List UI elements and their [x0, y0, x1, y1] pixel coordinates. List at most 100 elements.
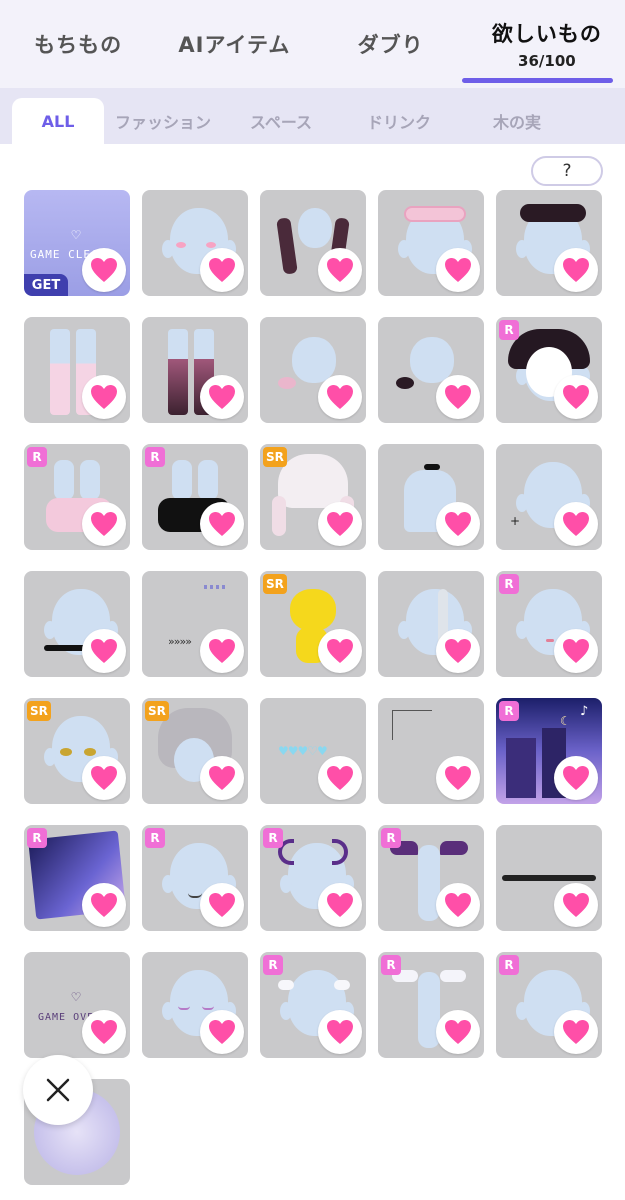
category-tab-all[interactable]: ALL: [12, 98, 104, 144]
wishlist-item-tile[interactable]: [496, 825, 602, 931]
get-badge: GET: [24, 274, 68, 296]
category-tab-fashion[interactable]: ファッション: [104, 98, 222, 144]
wishlist-heart-button[interactable]: [82, 1010, 126, 1054]
tab-mochimono[interactable]: もちもの: [0, 0, 156, 88]
wishlist-item-tile[interactable]: [378, 571, 484, 677]
wishlist-heart-button[interactable]: [554, 248, 598, 292]
wishlist-heart-button[interactable]: [554, 375, 598, 419]
heart-icon: [208, 765, 236, 791]
tab-wishlist[interactable]: 欲しいもの 36/100: [469, 0, 625, 88]
wishlist-heart-button[interactable]: [200, 756, 244, 800]
wishlist-item-tile[interactable]: R: [496, 317, 602, 423]
rarity-badge: R: [27, 447, 47, 467]
wishlist-item-tile[interactable]: [24, 317, 130, 423]
wishlist-item-tile[interactable]: R: [378, 825, 484, 931]
wishlist-item-tile[interactable]: R: [24, 444, 130, 550]
heart-icon: [90, 1019, 118, 1045]
wishlist-heart-button[interactable]: [436, 375, 480, 419]
category-tab-drink[interactable]: ドリンク: [340, 98, 458, 144]
wishlist-heart-button[interactable]: [82, 248, 126, 292]
wishlist-item-tile[interactable]: [378, 317, 484, 423]
wishlist-item-tile[interactable]: R: [378, 952, 484, 1058]
wishlist-heart-button[interactable]: [436, 883, 480, 927]
wishlist-item-tile[interactable]: [260, 190, 366, 296]
tab-duplicates[interactable]: ダブり: [313, 0, 469, 88]
wishlist-heart-button[interactable]: [318, 375, 362, 419]
wishlist-heart-button[interactable]: [554, 502, 598, 546]
wishlist-item-tile[interactable]: SR: [24, 698, 130, 804]
wishlist-item-tile[interactable]: [142, 317, 248, 423]
wishlist-heart-button[interactable]: [554, 883, 598, 927]
wishlist-item-tile[interactable]: [24, 571, 130, 677]
wishlist-heart-button[interactable]: [318, 248, 362, 292]
wishlist-item-tile[interactable]: ♪ ☾ R: [496, 698, 602, 804]
avatar-ear: [398, 240, 410, 258]
wishlist-heart-button[interactable]: [436, 756, 480, 800]
wishlist-item-tile[interactable]: R: [260, 952, 366, 1058]
wishlist-item-tile[interactable]: [260, 317, 366, 423]
wishlist-heart-button[interactable]: [82, 756, 126, 800]
wishlist-heart-button[interactable]: [200, 1010, 244, 1054]
heart-icon: [444, 638, 472, 664]
wishlist-count: 36/100: [518, 52, 576, 70]
arrow-deco-icon: »»»»: [168, 635, 192, 648]
heart-icon: [326, 765, 354, 791]
wishlist-heart-button[interactable]: [318, 883, 362, 927]
wishlist-heart-button[interactable]: [318, 629, 362, 673]
close-icon: [46, 1078, 70, 1102]
wishlist-heart-button[interactable]: [200, 375, 244, 419]
heart-icon: [562, 1019, 590, 1045]
heart-icon: [90, 384, 118, 410]
wishlist-item-tile[interactable]: [142, 952, 248, 1058]
wishlist-item-tile[interactable]: R: [496, 571, 602, 677]
wishlist-item-tile[interactable]: [496, 190, 602, 296]
help-button[interactable]: ?: [531, 156, 603, 186]
wishlist-heart-button[interactable]: [318, 502, 362, 546]
wishlist-heart-button[interactable]: [82, 629, 126, 673]
wishlist-item-tile[interactable]: ♥♥♥♡♥: [260, 698, 366, 804]
heart-icon: [444, 257, 472, 283]
wishlist-item-tile[interactable]: SR: [260, 444, 366, 550]
wishlist-heart-button[interactable]: [554, 1010, 598, 1054]
wishlist-heart-button[interactable]: [200, 883, 244, 927]
close-button[interactable]: [23, 1055, 93, 1125]
wishlist-item-tile[interactable]: [378, 190, 484, 296]
category-tab-space[interactable]: スペース: [222, 98, 340, 144]
heart-icon: [444, 384, 472, 410]
wishlist-heart-button[interactable]: [436, 502, 480, 546]
wishlist-item-tile[interactable]: R: [496, 952, 602, 1058]
wishlist-heart-button[interactable]: [82, 375, 126, 419]
wishlist-item-tile[interactable]: »»»»: [142, 571, 248, 677]
category-tab-nuts[interactable]: 木の実: [458, 98, 576, 144]
rarity-badge: SR: [263, 447, 287, 467]
wishlist-item-tile[interactable]: SR: [260, 571, 366, 677]
wishlist-item-tile[interactable]: SR: [142, 698, 248, 804]
wishlist-item-tile[interactable]: R: [142, 825, 248, 931]
wishlist-item-tile[interactable]: R: [24, 825, 130, 931]
eye-icon: [60, 748, 72, 756]
tab-ai-items[interactable]: AIアイテム: [156, 0, 312, 88]
wishlist-item-tile[interactable]: [378, 444, 484, 550]
wishlist-heart-button[interactable]: [318, 756, 362, 800]
wishlist-item-tile[interactable]: ♡ GAME CLEAR GET: [24, 190, 130, 296]
wishlist-heart-button[interactable]: [436, 1010, 480, 1054]
wishlist-heart-button[interactable]: [554, 629, 598, 673]
wishlist-heart-button[interactable]: [318, 1010, 362, 1054]
wishlist-item-tile[interactable]: [142, 190, 248, 296]
tab-label: AIアイテム: [178, 33, 291, 57]
wishlist-item-tile[interactable]: R: [260, 825, 366, 931]
wishlist-heart-button[interactable]: [82, 502, 126, 546]
wishlist-item-tile[interactable]: +: [496, 444, 602, 550]
hair-tie-icon: [278, 377, 296, 389]
heart-icon: [326, 511, 354, 537]
wishlist-item-tile[interactable]: R: [142, 444, 248, 550]
wishlist-item-tile[interactable]: [378, 698, 484, 804]
wishlist-heart-button[interactable]: [82, 883, 126, 927]
wishlist-heart-button[interactable]: [554, 756, 598, 800]
wishlist-heart-button[interactable]: [200, 502, 244, 546]
wishlist-heart-button[interactable]: [200, 248, 244, 292]
wishlist-heart-button[interactable]: [436, 629, 480, 673]
wishlist-heart-button[interactable]: [436, 248, 480, 292]
wishlist-item-tile[interactable]: ♡ GAME OVER: [24, 952, 130, 1058]
wishlist-heart-button[interactable]: [200, 629, 244, 673]
